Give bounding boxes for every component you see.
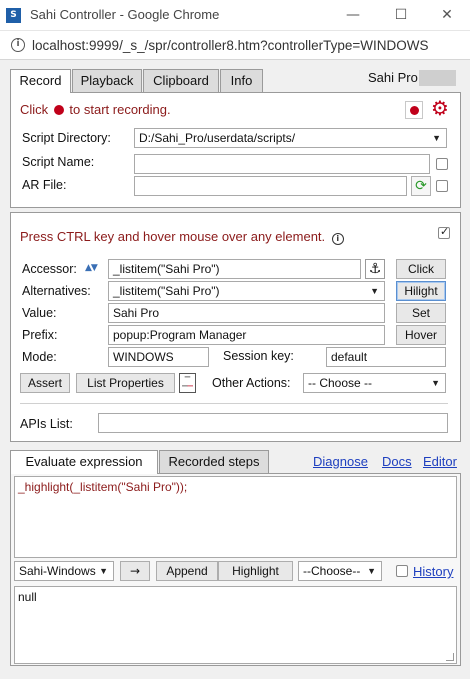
mode-input[interactable]: WINDOWS: [108, 347, 209, 367]
run-arrow-button[interactable]: →: [120, 561, 150, 581]
record-instruction: Click to start recording.: [20, 102, 171, 117]
chevron-down-icon: ▼: [370, 286, 379, 296]
assert-button[interactable]: Assert: [20, 373, 70, 393]
chevron-down-icon: ▼: [432, 133, 441, 143]
url-text[interactable]: localhost:9999/_s_/spr/controller8.htm?c…: [32, 38, 429, 53]
sahi-app-icon: S: [6, 8, 21, 23]
inspector-instruction: Press CTRL key and hover mouse over any …: [20, 229, 344, 245]
record-instruction-suffix: to start recording.: [69, 102, 171, 117]
history-checkbox[interactable]: [396, 565, 408, 577]
script-name-label: Script Name:: [22, 155, 95, 169]
apis-list-input[interactable]: [98, 413, 448, 433]
tab-recorded-steps[interactable]: Recorded steps: [159, 450, 269, 473]
close-window-button[interactable]: ✕: [432, 4, 462, 26]
tab-record[interactable]: Record: [10, 69, 71, 93]
output-text: null: [18, 590, 37, 604]
chevron-down-icon: ▼: [367, 566, 376, 576]
resize-grip-icon[interactable]: [446, 653, 454, 661]
chevron-down-icon: ▼: [431, 378, 440, 388]
record-panel: Click to start recording. ⚙ Script Direc…: [10, 92, 461, 208]
tab-clipboard[interactable]: Clipboard: [143, 69, 219, 92]
value-input[interactable]: Sahi Pro: [108, 303, 385, 323]
inspector-instruction-text: Press CTRL key and hover mouse over any …: [20, 229, 326, 244]
alternatives-label: Alternatives:: [22, 284, 91, 298]
diagnose-link[interactable]: Diagnose: [313, 454, 368, 469]
record-icon: [410, 106, 419, 115]
window-title: Sahi Controller - Google Chrome: [30, 7, 220, 22]
other-actions-value: -- Choose --: [308, 376, 373, 390]
info-icon[interactable]: i: [331, 233, 344, 245]
tab-evaluate-expression[interactable]: Evaluate expression: [10, 450, 158, 474]
minimize-button[interactable]: —: [338, 4, 368, 26]
address-bar[interactable]: i localhost:9999/_s_/spr/controller8.htm…: [0, 31, 470, 60]
editor-link[interactable]: Editor: [423, 454, 457, 469]
click-button[interactable]: Click: [396, 259, 446, 279]
hilight-button[interactable]: Hilight: [396, 281, 446, 301]
inspector-panel: Press CTRL key and hover mouse over any …: [10, 212, 461, 442]
expression-textarea[interactable]: _highlight(_listitem("Sahi Pro"));: [14, 476, 457, 558]
sahi-controller-page: Record Playback Clipboard Info Sahi Pro …: [0, 60, 470, 679]
user-label: Sahi Pro: [368, 70, 418, 85]
highlight-button[interactable]: Highlight: [218, 561, 293, 581]
record-dot-icon: [53, 105, 64, 115]
script-name-input[interactable]: [134, 154, 430, 174]
title-bar: S Sahi Controller - Google Chrome — ☐ ✕: [0, 0, 470, 31]
mode-select[interactable]: Sahi-Windows ▼: [14, 561, 114, 581]
append-button[interactable]: Append: [156, 561, 218, 581]
user-redacted-block: [419, 70, 456, 86]
hover-button[interactable]: Hover: [396, 325, 446, 345]
script-directory-select[interactable]: D:/Sahi_Pro/userdata/scripts/ ▼: [134, 128, 447, 148]
prefix-label: Prefix:: [22, 328, 58, 342]
script-directory-value: D:/Sahi_Pro/userdata/scripts/: [139, 131, 296, 145]
tab-playback[interactable]: Playback: [72, 69, 142, 92]
divider: [20, 403, 448, 404]
prefix-input[interactable]: popup:Program Manager: [108, 325, 385, 345]
alternatives-select[interactable]: _listitem("Sahi Pro") ▼: [108, 281, 385, 301]
site-info-icon[interactable]: i: [11, 38, 25, 52]
anchor-icon[interactable]: ⚓: [365, 259, 385, 279]
record-button[interactable]: [405, 101, 423, 119]
tree-view-icon[interactable]: ─ ──: [179, 373, 196, 393]
docs-link[interactable]: Docs: [382, 454, 412, 469]
choose-select[interactable]: --Choose-- ▼: [298, 561, 382, 581]
history-link[interactable]: History: [413, 564, 453, 579]
set-button[interactable]: Set: [396, 303, 446, 323]
chevron-down-icon: ▼: [99, 566, 108, 576]
accessor-input[interactable]: _listitem("Sahi Pro"): [108, 259, 361, 279]
record-instruction-prefix: Click: [20, 102, 49, 117]
apis-list-label: APIs List:: [20, 417, 73, 431]
alternatives-value: _listitem("Sahi Pro"): [113, 284, 220, 298]
choose-select-value: --Choose--: [303, 564, 361, 578]
ar-file-input[interactable]: [134, 176, 407, 196]
value-label: Value:: [22, 306, 57, 320]
other-actions-label: Other Actions:: [212, 376, 291, 390]
session-key-input[interactable]: default: [326, 347, 446, 367]
accessor-label: Accessor:: [22, 262, 77, 276]
refresh-icon[interactable]: ⟳: [411, 176, 431, 196]
ar-file-checkbox[interactable]: [436, 180, 448, 192]
script-directory-label: Script Directory:: [22, 131, 111, 145]
evaluate-panel: _highlight(_listitem("Sahi Pro")); Sahi-…: [10, 473, 461, 666]
mode-label: Mode:: [22, 350, 57, 364]
ar-file-label: AR File:: [22, 178, 67, 192]
output-textarea[interactable]: null: [14, 586, 457, 664]
mode-select-value: Sahi-Windows: [19, 564, 96, 578]
inspector-checkbox[interactable]: [438, 225, 450, 239]
accessor-arrows-icon[interactable]: ▲▼: [85, 263, 98, 273]
script-name-checkbox[interactable]: [436, 158, 448, 170]
list-properties-button[interactable]: List Properties: [76, 373, 175, 393]
session-key-label: Session key:: [223, 349, 294, 363]
settings-gear-icon[interactable]: ⚙: [431, 98, 449, 118]
maximize-button[interactable]: ☐: [386, 4, 416, 26]
tab-info[interactable]: Info: [220, 69, 263, 92]
other-actions-select[interactable]: -- Choose -- ▼: [303, 373, 446, 393]
